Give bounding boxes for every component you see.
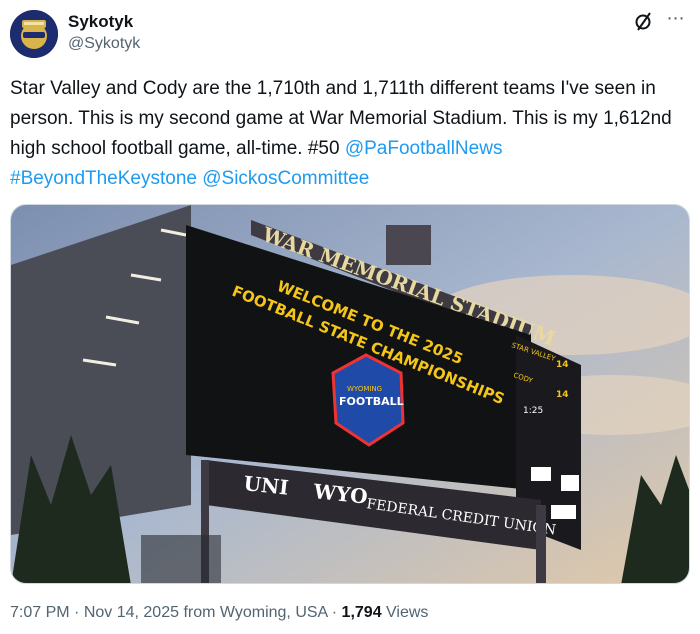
tweet-text: Star Valley and Cody are the 1,710th and… — [10, 74, 690, 194]
game-clock: 1:25 — [523, 406, 543, 416]
views-count[interactable]: 1,794 — [342, 604, 382, 621]
tweet-date-location[interactable]: Nov 14, 2025 from Wyoming, USA — [84, 604, 328, 621]
more-options-icon[interactable]: ⋯ — [662, 8, 690, 32]
hashtag-beyondthekeystone[interactable]: #BeyondTheKeystone — [10, 168, 197, 189]
tweet-photo[interactable]: WAR MEMORIAL STADIUM WELCOME TO THE 2025… — [10, 204, 690, 584]
mention-pafootballnews[interactable]: @PaFootballNews — [345, 138, 503, 159]
avatar[interactable] — [10, 10, 58, 58]
tweet-body: Star Valley and Cody are the 1,710th and… — [10, 78, 672, 159]
views-label: Views — [381, 604, 429, 621]
author-handle[interactable]: @Sykotyk — [68, 35, 140, 53]
logo-text: FOOTBALL — [339, 395, 404, 408]
meta-dot: · — [327, 604, 342, 621]
mention-sickoscommittee[interactable]: @SickosCommittee — [202, 168, 369, 189]
author-name[interactable]: Sykotyk — [68, 12, 133, 32]
tweet-card: Sykotyk @Sykotyk ⋯ Star Valley and Cody … — [0, 0, 700, 634]
score-team2-pts: 14 — [556, 390, 569, 400]
score-team1-pts: 14 — [556, 360, 569, 370]
logo-sub: WYOMING — [347, 385, 382, 393]
tweet-time[interactable]: 7:07 PM — [10, 604, 70, 621]
tweet-meta: 7:07 PM · Nov 14, 2025 from Wyoming, USA… — [10, 604, 428, 622]
meta-dot: · — [69, 604, 84, 621]
grok-icon[interactable] — [633, 10, 655, 32]
sponsor-uni: UNI — [242, 471, 289, 500]
